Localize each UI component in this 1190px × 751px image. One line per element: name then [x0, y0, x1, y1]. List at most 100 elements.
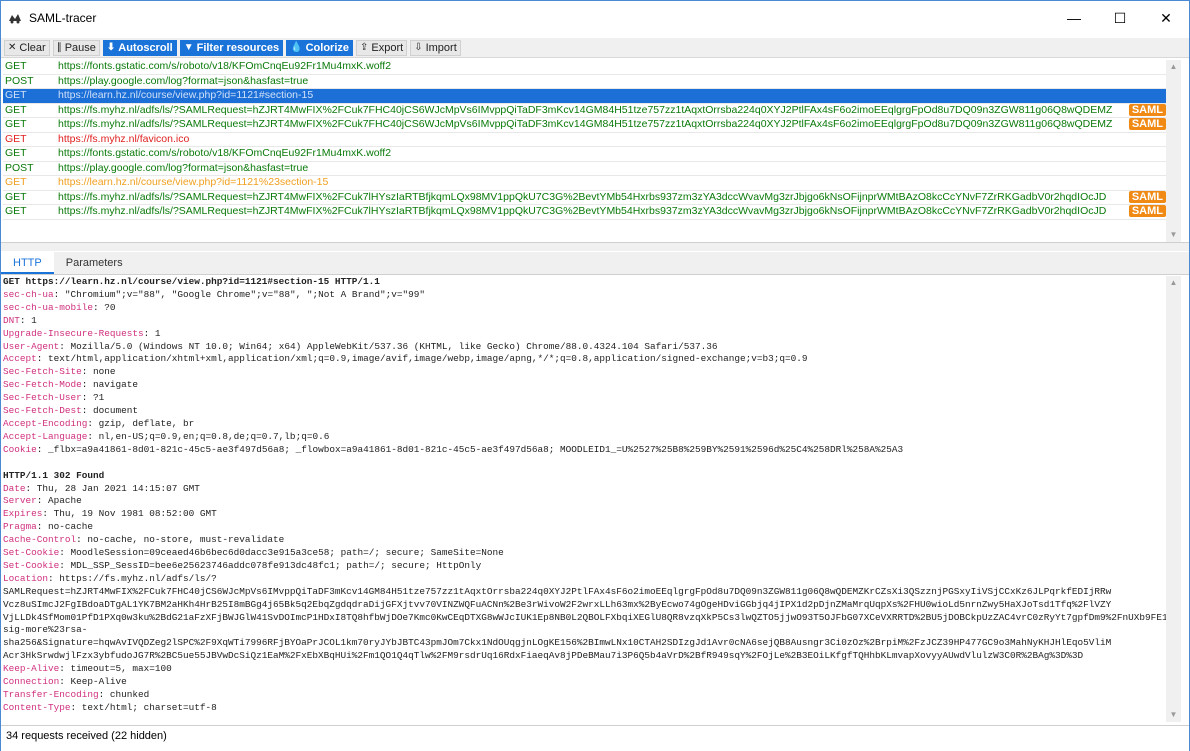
separator: : [19, 314, 32, 326]
request-row[interactable]: GET https://fs.myhz.nl/favicon.ico [3, 132, 1166, 147]
request-row[interactable]: GET https://fs.myhz.nl/adfs/ls/?SAMLReque… [3, 103, 1166, 118]
scroll-down-icon[interactable]: ▼ [1166, 708, 1181, 722]
colorize-button[interactable]: 💧 Colorize [286, 39, 353, 56]
header-name: Accept [3, 353, 37, 365]
header-name: Location [3, 572, 49, 584]
header-line: Sec-Fetch-Site: none [3, 366, 1166, 379]
request-row[interactable]: GET https://fs.myhz.nl/adfs/ls/?SAMLReque… [3, 190, 1166, 205]
header-value: MDL_SSP_SessID=bee6e25623746addc078fe913… [70, 559, 482, 571]
http-detail-pane: GET https://learn.hz.nl/course/view.php?… [3, 276, 1166, 722]
header-value: "Chromium";v="88", "Google Chrome";v="88… [64, 288, 425, 300]
request-url: https://fs.myhz.nl/adfs/ls/?SAMLRequest=… [58, 103, 1113, 116]
clear-button[interactable]: ✕ Clear [4, 39, 50, 56]
request-list-scrollbar[interactable]: ▲ ▼ [1166, 60, 1181, 242]
request-method: GET [5, 132, 27, 145]
window-title: SAML-tracer [29, 11, 97, 25]
export-button[interactable]: ⇪ Export [356, 39, 408, 56]
header-name: Server [3, 495, 37, 507]
app-window: SAML-tracer — ☐ ✕ ✕ Clear ∥ Pause ⬇ Autoscr… [0, 0, 1190, 751]
close-button[interactable]: ✕ [1143, 1, 1189, 35]
arrow-down-icon: ⬇ [106, 42, 116, 53]
header-name: Upgrade-Insecure-Requests [3, 327, 144, 339]
clear-label: Clear [19, 41, 46, 54]
saml-badge: SAML [1128, 118, 1166, 130]
separator: : [87, 430, 99, 442]
request-row[interactable]: GET https://fs.myhz.nl/adfs/ls/?SAMLReque… [3, 205, 1166, 220]
header-name: Pragma [3, 521, 37, 533]
separator: : [81, 405, 94, 417]
scroll-up-icon[interactable]: ▲ [1166, 276, 1181, 290]
saml-badge: SAML [1128, 103, 1166, 116]
header-name: Sec-Fetch-User [3, 392, 82, 404]
separator: : [59, 340, 71, 352]
separator: : [25, 482, 37, 494]
header-value: ?0 [104, 301, 116, 313]
request-url: https://fs.myhz.nl/adfs/ls/?SAMLRequest=… [58, 118, 1113, 130]
header-name: Expires [3, 508, 43, 520]
header-line: Sec-Fetch-Dest: document [3, 405, 1166, 418]
header-value: gzip, deflate, br [98, 417, 195, 429]
request-method: POST [5, 161, 34, 174]
saml-badge: SAML [1128, 205, 1166, 217]
maximize-button[interactable]: ☐ [1097, 1, 1143, 35]
import-button[interactable]: ⇩ Import [410, 39, 461, 56]
autoscroll-label: Autoscroll [118, 41, 173, 54]
header-value: chunked [109, 689, 150, 700]
colorize-label: Colorize [305, 41, 349, 54]
status-bar: 34 requests received (22 hidden) [1, 725, 1189, 751]
response-line: HTTP/1.1 302 Found [3, 470, 1166, 483]
scroll-up-icon[interactable]: ▲ [1166, 60, 1181, 74]
header-line: sec-ch-ua-mobile: ?0 [3, 302, 1166, 315]
request-url: https://play.google.com/log?format=json&… [58, 161, 309, 174]
import-icon: ⇩ [414, 42, 423, 53]
request-row[interactable]: POST https://play.google.com/log?format=j… [3, 74, 1166, 89]
request-method: POST [5, 74, 34, 87]
request-row[interactable]: GET https://fs.myhz.nl/adfs/ls/?SAMLReque… [3, 118, 1166, 133]
pause-icon: ∥ [56, 42, 62, 53]
request-row[interactable]: GET https://fonts.gstatic.com/s/roboto/v1… [3, 147, 1166, 162]
separator: : [53, 288, 65, 300]
header-line: sec-ch-ua: "Chromium";v="88", "Google Ch… [3, 289, 1166, 302]
detail-scrollbar[interactable]: ▲ ▼ [1166, 276, 1181, 722]
header-name: Set-Cookie [3, 559, 60, 571]
filter-resources-button[interactable]: ▼ Filter resources [179, 39, 284, 56]
tab-http[interactable]: HTTP [1, 252, 54, 274]
header-value: _flbx=a9a41861-8d01-821c-45c5-ae3f497d56… [48, 443, 904, 455]
header-name: Transfer-Encoding [3, 689, 99, 700]
header-name: Date [3, 482, 26, 494]
droplet-icon: 💧 [290, 42, 303, 53]
header-line: DNT: 1 [3, 315, 1166, 328]
header-name: Sec-Fetch-Mode [3, 379, 82, 391]
request-row[interactable]: POST https://play.google.com/log?format=j… [3, 161, 1166, 176]
request-method: GET [5, 60, 27, 72]
pause-button[interactable]: ∥ Pause [52, 39, 100, 56]
request-method: GET [5, 205, 27, 217]
separator: : [76, 534, 88, 546]
autoscroll-button[interactable]: ⬇ Autoscroll [102, 39, 177, 56]
tab-parameters[interactable]: Parameters [54, 252, 135, 274]
pane-splitter[interactable] [1, 242, 1189, 251]
request-url: https://fonts.gstatic.com/s/roboto/v18/K… [58, 147, 392, 159]
request-url: https://learn.hz.nl/course/view.php?id=1… [58, 89, 314, 101]
request-row[interactable]: GET https://learn.hz.nl/course/view.php?i… [3, 89, 1166, 104]
header-value: text/html,application/xhtml+xml,applicat… [48, 353, 808, 365]
request-url: https://fs.myhz.nl/adfs/ls/?SAMLRequest=… [58, 205, 1107, 217]
scroll-down-icon[interactable]: ▼ [1166, 228, 1181, 242]
location-header: Location: https://fs.myhz.nl/adfs/ls/? S… [3, 573, 1166, 663]
request-row[interactable]: GET https://learn.hz.nl/course/view.php?i… [3, 176, 1166, 191]
request-method: GET [5, 176, 27, 188]
header-value: MoodleSession=09ceaed46b6bec6d0dacc3e915… [70, 547, 504, 559]
separator: : [143, 327, 155, 339]
request-line: GET https://learn.hz.nl/course/view.php?… [3, 276, 1166, 289]
separator: : [59, 559, 71, 571]
request-row[interactable]: GET https://fonts.gstatic.com/s/roboto/v1… [3, 60, 1166, 75]
header-name: sec-ch-ua [3, 288, 54, 300]
header-line: Cookie: _flbx=a9a41861-8d01-821c-45c5-ae… [3, 444, 1166, 457]
header-name: Sec-Fetch-Dest [3, 405, 82, 417]
request-url: https://fs.myhz.nl/favicon.ico [58, 132, 190, 145]
separator: : [48, 572, 60, 584]
request-url: https://play.google.com/log?format=json&… [58, 74, 309, 87]
minimize-button[interactable]: — [1051, 1, 1097, 35]
header-name: sec-ch-ua-mobile [3, 301, 94, 313]
header-value: Keep-Alive [70, 676, 127, 688]
